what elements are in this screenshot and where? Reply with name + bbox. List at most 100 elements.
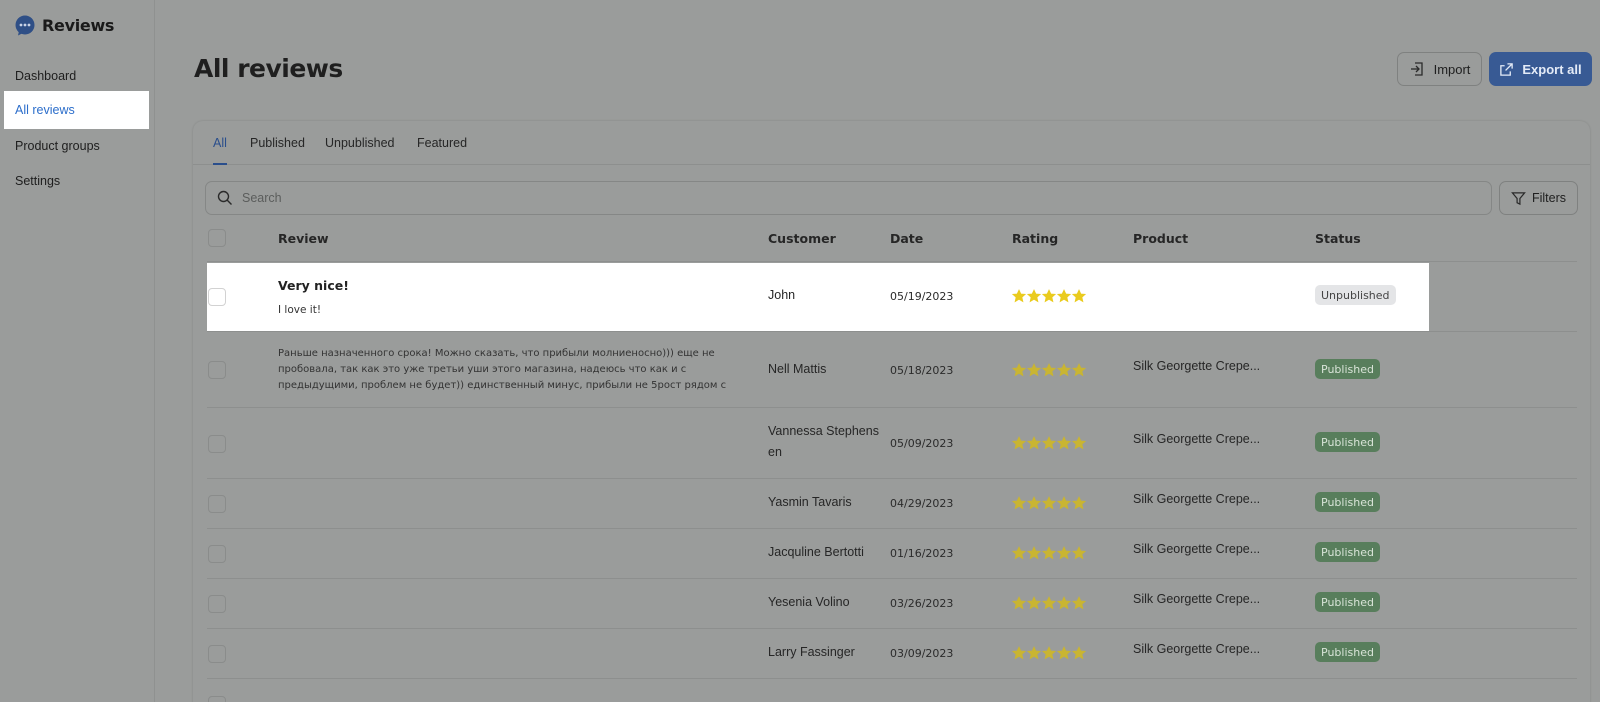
filters-button[interactable]: Filters	[1499, 181, 1578, 215]
filter-icon	[1511, 191, 1526, 205]
product-name: Silk Georgette Crepe...	[1133, 492, 1261, 506]
review-date: 05/18/2023	[890, 364, 954, 377]
review-date: 03/09/2023	[890, 647, 954, 660]
star-icon	[1072, 546, 1086, 560]
star-icon	[1027, 646, 1041, 660]
app-brand: Reviews	[15, 15, 114, 36]
table-row[interactable]: Yesenia Volino 03/26/2023 Silk Georgette…	[207, 578, 1577, 628]
column-header-review[interactable]: Review	[278, 231, 329, 246]
star-icon	[1042, 289, 1056, 303]
select-all-checkbox[interactable]	[208, 229, 226, 247]
star-icon	[1012, 363, 1026, 377]
import-label: Import	[1433, 61, 1471, 77]
star-rating	[1012, 546, 1086, 560]
star-rating	[1012, 496, 1086, 510]
status-badge: Published	[1315, 592, 1380, 612]
table-divider	[207, 261, 1577, 262]
status-badge: Published	[1315, 432, 1380, 452]
star-rating	[1012, 436, 1086, 450]
star-icon	[1042, 596, 1056, 610]
star-icon	[1012, 496, 1026, 510]
star-icon	[1012, 289, 1026, 303]
sidebar-item-product-groups[interactable]: Product groups	[4, 127, 149, 165]
star-icon	[1042, 496, 1056, 510]
star-icon	[1072, 436, 1086, 450]
row-checkbox[interactable]	[208, 361, 226, 379]
review-tabs: All Published Unpublished Featured	[193, 121, 1590, 165]
customer-name: Jacquline Bertotti	[768, 545, 864, 559]
review-date: 05/09/2023	[890, 437, 954, 450]
table-row[interactable]: Vannessa Stephensen 05/09/2023 Silk Geor…	[207, 407, 1577, 478]
star-icon	[1057, 289, 1071, 303]
star-rating	[1012, 289, 1086, 303]
star-icon	[1057, 646, 1071, 660]
row-checkbox[interactable]	[208, 696, 226, 702]
external-link-icon	[1500, 62, 1514, 76]
status-badge: Published	[1315, 359, 1380, 379]
review-body: Раньше назначенного срока! Можно сказать…	[278, 348, 727, 391]
row-checkbox[interactable]	[208, 645, 226, 663]
sidebar: Reviews Dashboard All reviews Product gr…	[0, 0, 155, 702]
reviews-logo-icon	[15, 15, 35, 36]
table-row-partial[interactable]	[207, 679, 1577, 702]
sidebar-item-dashboard[interactable]: Dashboard	[4, 57, 149, 95]
search-box	[205, 181, 1492, 215]
star-icon	[1012, 436, 1026, 450]
status-badge: Published	[1315, 492, 1380, 512]
product-name: Silk Georgette Crepe...	[1133, 592, 1261, 606]
status-badge: Published	[1315, 542, 1380, 562]
sidebar-item-settings[interactable]: Settings	[4, 162, 149, 200]
row-checkbox[interactable]	[208, 545, 226, 563]
star-icon	[1057, 363, 1071, 377]
table-row[interactable]: Jacquline Bertotti 01/16/2023 Silk Georg…	[207, 528, 1577, 578]
import-icon	[1410, 62, 1423, 76]
table-row[interactable]: Larry Fassinger 03/09/2023 Silk Georgett…	[207, 628, 1577, 678]
product-name: Silk Georgette Crepe...	[1133, 359, 1261, 373]
row-checkbox[interactable]	[208, 288, 226, 306]
column-header-status[interactable]: Status	[1315, 231, 1361, 246]
review-title: Very nice!	[278, 278, 349, 293]
star-icon	[1027, 289, 1041, 303]
customer-name: Yasmin Tavaris	[768, 495, 852, 509]
star-icon	[1012, 546, 1026, 560]
star-rating	[1012, 363, 1086, 377]
import-button[interactable]: Import	[1397, 52, 1482, 86]
row-checkbox[interactable]	[208, 435, 226, 453]
customer-name: Yesenia Volino	[768, 595, 850, 609]
export-all-label: Export all	[1522, 61, 1582, 77]
tab-featured[interactable]: Featured	[417, 136, 467, 165]
search-icon	[217, 190, 232, 205]
export-all-button[interactable]: Export all	[1489, 52, 1592, 86]
column-header-date[interactable]: Date	[890, 231, 923, 246]
product-name: Silk Georgette Crepe...	[1133, 432, 1261, 446]
customer-name: Nell Mattis	[768, 362, 827, 376]
table-row[interactable]: Yasmin Tavaris 04/29/2023 Silk Georgette…	[207, 478, 1577, 528]
star-icon	[1072, 289, 1086, 303]
sidebar-item-all-reviews[interactable]: All reviews	[4, 91, 149, 129]
star-icon	[1042, 546, 1056, 560]
star-icon	[1027, 546, 1041, 560]
tab-unpublished[interactable]: Unpublished	[325, 136, 395, 165]
table-row[interactable]: Very nice! I love it! John 05/19/2023 Un…	[207, 263, 1429, 331]
star-icon	[1057, 546, 1071, 560]
customer-name: Vannessa Stephensen	[768, 424, 879, 459]
star-icon	[1072, 496, 1086, 510]
status-badge: Unpublished	[1315, 285, 1396, 305]
star-icon	[1072, 596, 1086, 610]
status-badge: Published	[1315, 642, 1380, 662]
star-icon	[1027, 363, 1041, 377]
review-date: 05/19/2023	[890, 290, 954, 303]
column-header-product[interactable]: Product	[1133, 231, 1188, 246]
column-header-rating[interactable]: Rating	[1012, 231, 1058, 246]
search-input[interactable]	[242, 191, 1442, 205]
tab-published[interactable]: Published	[250, 136, 305, 165]
tab-all[interactable]: All	[213, 136, 227, 165]
star-icon	[1027, 496, 1041, 510]
row-checkbox[interactable]	[208, 595, 226, 613]
page-title: All reviews	[194, 54, 343, 83]
review-date: 01/16/2023	[890, 547, 954, 560]
star-rating	[1012, 646, 1086, 660]
table-row[interactable]: Раньше назначенного срока! Можно сказать…	[207, 331, 1577, 407]
row-checkbox[interactable]	[208, 495, 226, 513]
column-header-customer[interactable]: Customer	[768, 231, 836, 246]
